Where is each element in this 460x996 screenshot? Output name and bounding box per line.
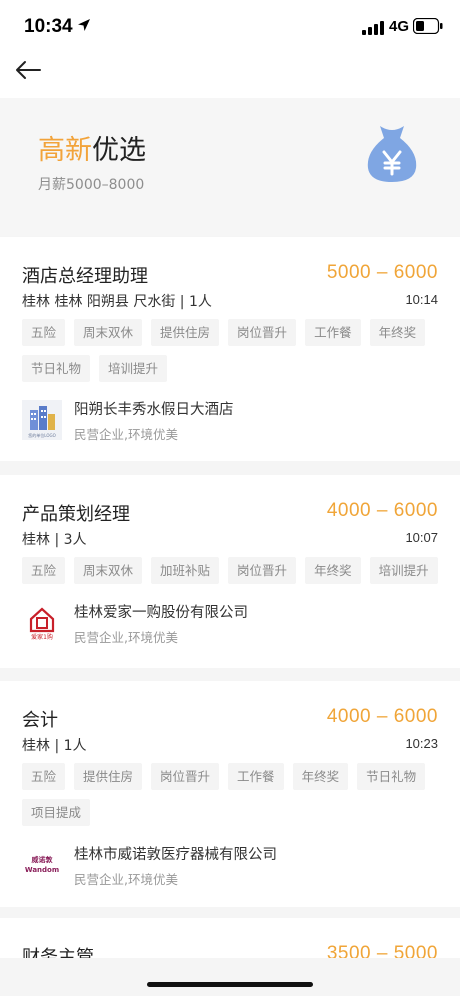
svg-text:威诺敦: 威诺敦	[32, 855, 54, 864]
benefit-tag: 节日礼物	[22, 355, 91, 382]
job-location: 桂林 桂林 阳朔县 尺水街 | 1人	[22, 294, 212, 310]
job-title: 财务主管	[22, 947, 94, 958]
job-title: 酒店总经理助理	[22, 266, 148, 287]
company-description: 民营企业,环境优美	[74, 630, 178, 645]
header-banner: 高新优选 月薪5000–8000	[0, 98, 460, 236]
benefit-tag: 提供住房	[151, 319, 220, 346]
company-name: 阳朔长丰秀水假日大酒店	[74, 402, 234, 418]
back-arrow-icon[interactable]	[14, 56, 42, 84]
money-bag-icon	[367, 126, 417, 182]
benefit-tag: 工作餐	[305, 319, 361, 346]
benefit-tag: 岗位晋升	[228, 319, 297, 346]
company-logo: 爱家1购	[22, 603, 62, 643]
battery-icon	[413, 18, 443, 34]
job-post-time: 10:23	[405, 736, 438, 751]
job-salary: 3500 – 5000	[326, 943, 438, 958]
benefit-tag: 岗位晋升	[151, 763, 220, 790]
company-logo: 您的单位LOGO	[22, 400, 62, 440]
title-rest: 优选	[92, 135, 146, 166]
benefit-tag: 五险	[22, 319, 66, 346]
job-location: 桂林 | 1人	[22, 738, 87, 754]
company-description: 民营企业,环境优美	[74, 427, 178, 442]
company-logo: 威诺敦 Wandom	[22, 845, 62, 885]
job-salary: 4000 – 6000	[326, 706, 438, 727]
benefit-tags: 五险 周末双休 加班补贴 岗位晋升 年终奖 培训提升	[22, 557, 442, 584]
job-title: 会计	[22, 710, 58, 731]
svg-text:Wandom: Wandom	[25, 866, 59, 874]
company-name: 桂林爱家一购股份有限公司	[74, 605, 248, 621]
benefit-tag: 培训提升	[369, 557, 438, 584]
home-indicator	[147, 982, 313, 987]
location-arrow-icon	[78, 19, 90, 31]
benefit-tag: 年终奖	[305, 557, 361, 584]
benefit-tags: 五险 提供住房 岗位晋升 工作餐 年终奖 节日礼物 项目提成	[22, 763, 442, 826]
company-name: 桂林市威诺敦医疗器械有限公司	[74, 847, 277, 863]
benefit-tag: 提供住房	[74, 763, 143, 790]
svg-text:您的单位LOGO: 您的单位LOGO	[28, 432, 55, 438]
cellular-signal-icon	[362, 21, 384, 35]
network-type: 4G	[389, 18, 410, 35]
benefit-tag: 节日礼物	[357, 763, 426, 790]
job-salary: 4000 – 6000	[326, 500, 438, 521]
salary-range-subtitle: 月薪5000–8000	[38, 177, 145, 193]
job-location: 桂林 | 3人	[22, 532, 87, 548]
benefit-tag: 加班补贴	[151, 557, 220, 584]
page-title: 高新优选	[38, 128, 146, 167]
job-post-time: 10:07	[405, 530, 438, 545]
nav-bar	[0, 52, 460, 98]
job-salary: 5000 – 6000	[326, 262, 438, 283]
job-card[interactable]: 酒店总经理助理 5000 – 6000 桂林 桂林 阳朔县 尺水街 | 1人 1…	[0, 237, 460, 461]
benefit-tag: 年终奖	[369, 319, 426, 346]
benefit-tag: 周末双休	[74, 319, 143, 346]
benefit-tag: 岗位晋升	[228, 557, 297, 584]
job-card[interactable]: 会计 4000 – 6000 桂林 | 1人 10:23 五险 提供住房 岗位晋…	[0, 681, 460, 907]
benefit-tag: 五险	[22, 557, 66, 584]
benefit-tag: 周末双休	[74, 557, 143, 584]
benefit-tag: 年终奖	[292, 763, 349, 790]
benefit-tag: 项目提成	[22, 799, 91, 826]
job-post-time: 10:14	[405, 292, 438, 307]
title-highlight: 高新	[38, 135, 92, 166]
job-title: 产品策划经理	[22, 504, 130, 525]
status-time: 10:34	[24, 16, 73, 37]
status-bar: 10:34 4G	[0, 0, 460, 52]
job-card[interactable]: 产品策划经理 4000 – 6000 桂林 | 3人 10:07 五险 周末双休…	[0, 475, 460, 668]
benefit-tag: 五险	[22, 763, 66, 790]
benefit-tag: 工作餐	[228, 763, 284, 790]
svg-text:爱家1购: 爱家1购	[31, 633, 53, 641]
job-card[interactable]: 财务主管 3500 – 5000	[0, 918, 460, 958]
benefit-tag: 培训提升	[99, 355, 168, 382]
benefit-tags: 五险 周末双休 提供住房 岗位晋升 工作餐 年终奖 节日礼物 培训提升	[22, 319, 442, 382]
company-description: 民营企业,环境优美	[74, 872, 178, 887]
